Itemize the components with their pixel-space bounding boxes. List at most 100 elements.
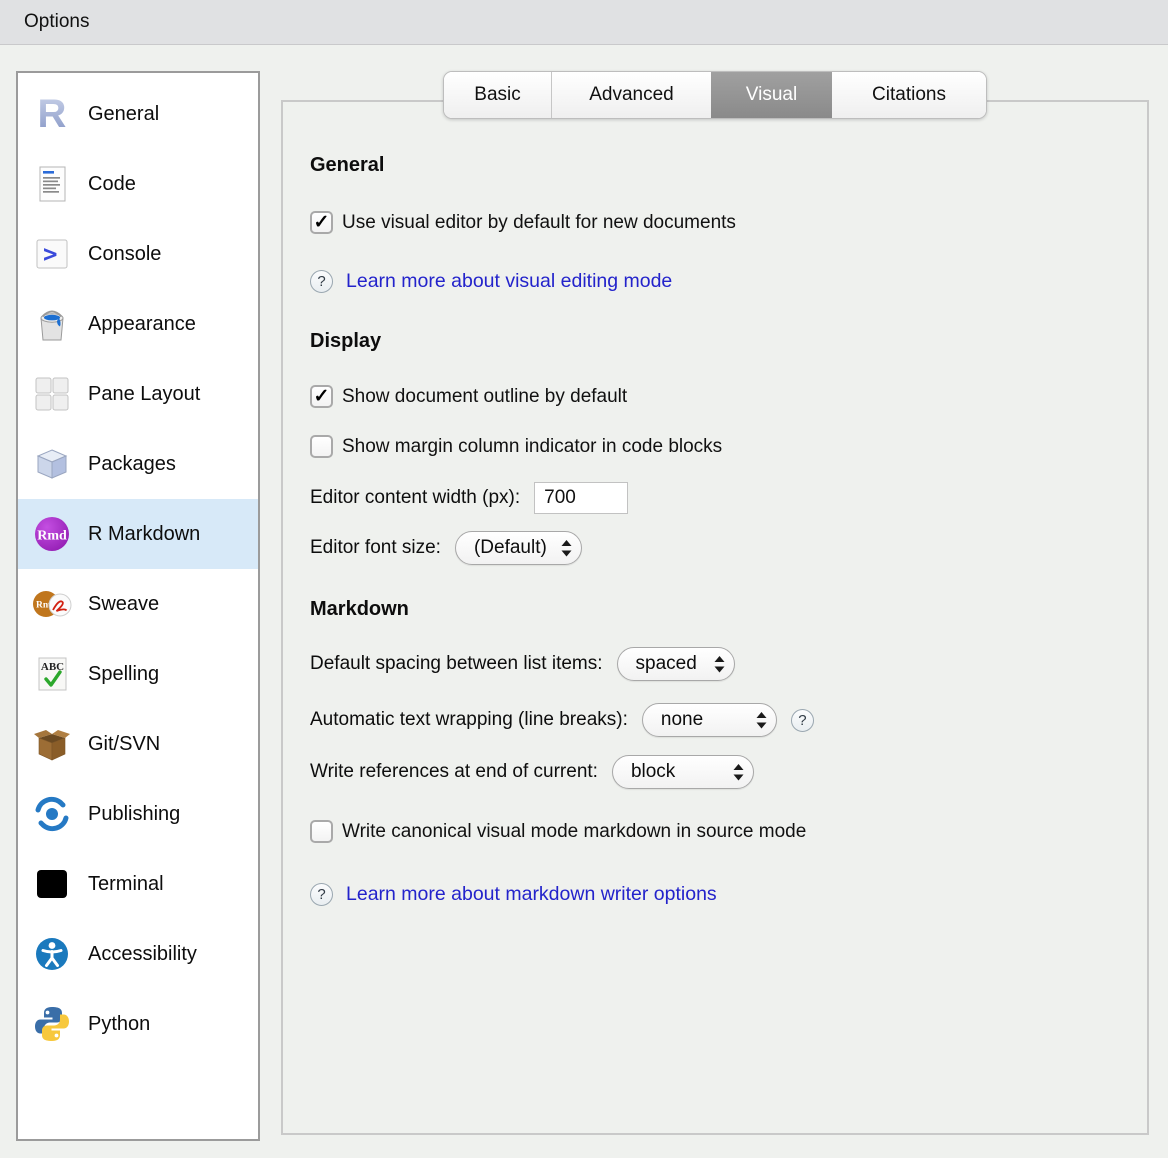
checkbox-row-show-outline: ✓ Show document outline by default [310,385,627,408]
sidebar-item-label: Python [88,1013,150,1036]
references-label: Write references at end of current: [310,761,598,783]
sidebar-item-label: Packages [88,453,176,476]
help-icon[interactable]: ? [310,270,333,293]
accessibility-person-icon [32,934,72,974]
svg-text:Rmd: Rmd [37,529,67,544]
editor-font-size-row: Editor font size: (Default) [310,531,582,565]
sidebar-item-label: Sweave [88,593,159,616]
sidebar-item-sweave[interactable]: Rnw Sweave [18,569,258,639]
sidebar-item-label: Terminal [88,873,164,896]
titlebar: Options [0,0,1168,45]
package-cube-icon [32,444,72,484]
stepper-arrows-icon [756,712,767,729]
sidebar-item-code[interactable]: Code [18,149,258,219]
checkbox-row-use-visual-editor: ✓ Use visual editor by default for new d… [310,211,736,234]
sidebar-item-accessibility[interactable]: Accessibility [18,919,258,989]
sidebar-item-pane-layout[interactable]: Pane Layout [18,359,258,429]
editor-font-size-value: (Default) [474,537,547,559]
svg-text:R: R [38,94,67,134]
canonical-markdown-label[interactable]: Write canonical visual mode markdown in … [342,821,806,843]
sidebar-item-general[interactable]: R General [18,79,258,149]
editor-font-size-select[interactable]: (Default) [455,531,582,565]
stepper-arrows-icon [561,540,572,557]
tab-visual[interactable]: Visual [711,72,832,118]
help-link-row-visual-editing: ? Learn more about visual editing mode [310,270,672,293]
sidebar-item-publishing[interactable]: Publishing [18,779,258,849]
abc-check-icon: ABC [32,654,72,694]
pane-grid-icon [32,374,72,414]
visual-editing-help-link[interactable]: Learn more about visual editing mode [346,270,672,293]
list-spacing-row: Default spacing between list items: spac… [310,647,735,681]
editor-font-size-label: Editor font size: [310,537,441,559]
svg-text:>: > [43,240,57,268]
editor-width-label: Editor content width (px): [310,487,520,509]
section-heading-markdown: Markdown [310,598,409,621]
rnw-pdf-icon: Rnw [32,584,72,624]
show-outline-label[interactable]: Show document outline by default [342,386,627,408]
sidebar-item-spelling[interactable]: ABC Spelling [18,639,258,709]
references-row: Write references at end of current: bloc… [310,755,754,789]
list-spacing-select[interactable]: spaced [617,647,735,681]
show-margin-checkbox[interactable] [310,435,333,458]
text-wrapping-value: none [661,709,703,731]
r-logo-icon: R [32,94,72,134]
show-margin-label[interactable]: Show margin column indicator in code blo… [342,436,722,458]
markdown-writer-help-link[interactable]: Learn more about markdown writer options [346,883,717,906]
sidebar-item-label: Code [88,173,136,196]
tab-advanced[interactable]: Advanced [551,72,711,118]
use-visual-editor-label[interactable]: Use visual editor by default for new doc… [342,212,736,234]
use-visual-editor-checkbox[interactable]: ✓ [310,211,333,234]
sidebar-item-label: Spelling [88,663,159,686]
terminal-square-icon [32,864,72,904]
text-wrapping-select[interactable]: none [642,703,777,737]
python-logo-icon [32,1004,72,1044]
help-link-row-markdown-writer: ? Learn more about markdown writer optio… [310,883,717,906]
editor-width-input[interactable] [534,482,628,514]
sidebar-item-console[interactable]: > Console [18,219,258,289]
references-value: block [631,761,675,783]
text-wrapping-row: Automatic text wrapping (line breaks): n… [310,703,814,737]
sidebar-item-label: Console [88,243,161,266]
list-spacing-value: spaced [636,653,697,675]
sidebar-item-terminal[interactable]: Terminal [18,849,258,919]
tab-basic[interactable]: Basic [444,72,551,118]
section-heading-general: General [310,154,384,177]
sidebar-item-label: General [88,103,159,126]
cardboard-box-icon [32,724,72,764]
sidebar-item-r-markdown[interactable]: Rmd R Markdown [18,499,258,569]
sidebar-item-label: Publishing [88,803,180,826]
section-heading-display: Display [310,330,381,353]
tab-bar: Basic Advanced Visual Citations [443,71,987,119]
help-icon[interactable]: ? [310,883,333,906]
sidebar-item-label: Appearance [88,313,196,336]
rmd-badge-icon: Rmd [32,514,72,554]
editor-width-row: Editor content width (px): [310,482,628,514]
sidebar-item-label: Git/SVN [88,733,160,756]
settings-panel: General ✓ Use visual editor by default f… [281,100,1149,1135]
options-dialog: Options R General Code > Console Appe [0,0,1168,1158]
sidebar-item-label: Accessibility [88,943,197,966]
checkbox-row-canonical: Write canonical visual mode markdown in … [310,820,806,843]
category-sidebar: R General Code > Console Appearance [16,71,260,1141]
sidebar-item-git-svn[interactable]: Git/SVN [18,709,258,779]
help-icon[interactable]: ? [791,709,814,732]
stepper-arrows-icon [733,764,744,781]
paint-can-icon [32,304,72,344]
stepper-arrows-icon [714,656,725,673]
canonical-markdown-checkbox[interactable] [310,820,333,843]
sidebar-item-label: Pane Layout [88,383,200,406]
sidebar-item-label: R Markdown [88,523,200,546]
code-document-icon [32,164,72,204]
show-outline-checkbox[interactable]: ✓ [310,385,333,408]
publish-swirl-icon [32,794,72,834]
list-spacing-label: Default spacing between list items: [310,653,603,675]
sidebar-item-python[interactable]: Python [18,989,258,1059]
checkbox-row-show-margin: Show margin column indicator in code blo… [310,435,722,458]
window-title: Options [24,0,89,44]
sidebar-item-appearance[interactable]: Appearance [18,289,258,359]
console-prompt-icon: > [32,234,72,274]
text-wrapping-label: Automatic text wrapping (line breaks): [310,709,628,731]
sidebar-item-packages[interactable]: Packages [18,429,258,499]
references-select[interactable]: block [612,755,754,789]
tab-citations[interactable]: Citations [832,72,986,118]
